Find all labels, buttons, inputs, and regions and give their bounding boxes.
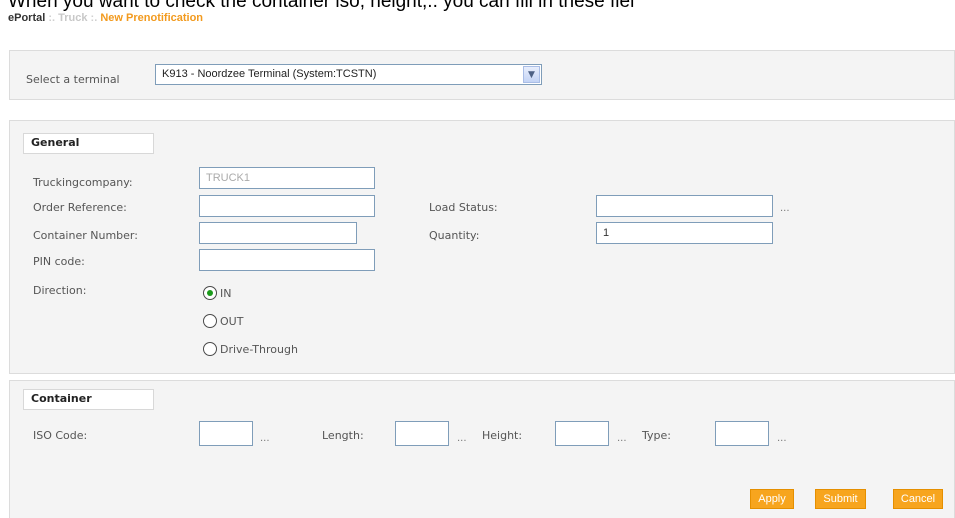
pin-code-input[interactable] xyxy=(199,249,375,271)
iso-code-label: ISO Code: xyxy=(33,429,88,442)
type-lookup-button[interactable]: ... xyxy=(777,433,787,444)
direction-option-label: OUT xyxy=(220,314,244,328)
general-section-header: General xyxy=(23,133,154,154)
quantity-input[interactable]: 1 xyxy=(596,222,773,244)
truckingcompany-input[interactable]: TRUCK1 xyxy=(199,167,375,189)
height-input[interactable] xyxy=(555,421,609,446)
submit-button[interactable]: Submit xyxy=(815,489,866,509)
direction-option-out[interactable]: OUT xyxy=(203,314,243,328)
terminal-label: Select a terminal xyxy=(26,73,120,86)
terminal-select-value: K913 - Noordzee Terminal (System:TCSTN) xyxy=(162,68,377,80)
breadcrumb-eportal[interactable]: ePortal xyxy=(8,12,45,24)
length-lookup-button[interactable]: ... xyxy=(457,433,467,444)
iso-code-lookup-button[interactable]: ... xyxy=(260,433,270,444)
container-section-header: Container xyxy=(23,389,154,410)
direction-option-in[interactable]: IN xyxy=(203,286,231,300)
direction-label: Direction: xyxy=(33,284,87,297)
type-label: Type: xyxy=(642,429,671,442)
terminal-select[interactable]: K913 - Noordzee Terminal (System:TCSTN) … xyxy=(155,64,542,85)
order-reference-input[interactable] xyxy=(199,195,375,217)
breadcrumb-separator: :. xyxy=(45,12,59,24)
radio-selected-icon[interactable] xyxy=(203,286,217,300)
truckingcompany-label: Truckingcompany: xyxy=(33,176,133,189)
load-status-lookup-button[interactable]: ... xyxy=(780,203,790,214)
terminal-panel: Select a terminal K913 - Noordzee Termin… xyxy=(9,50,955,100)
radio-unselected-icon[interactable] xyxy=(203,314,217,328)
length-label: Length: xyxy=(322,429,364,442)
container-number-input[interactable] xyxy=(199,222,357,244)
general-panel: General Truckingcompany: TRUCK1 Order Re… xyxy=(9,120,955,374)
cancel-button[interactable]: Cancel xyxy=(893,489,943,509)
quantity-label: Quantity: xyxy=(429,229,480,242)
container-panel: Container ISO Code: ... Length: ... Heig… xyxy=(9,380,955,518)
height-label: Height: xyxy=(482,429,523,442)
apply-button[interactable]: Apply xyxy=(750,489,794,509)
breadcrumb: ePortal :. Truck :. New Prenotification xyxy=(8,12,203,24)
pin-code-label: PIN code: xyxy=(33,255,85,268)
type-input[interactable] xyxy=(715,421,769,446)
container-number-label: Container Number: xyxy=(33,229,138,242)
load-status-input[interactable] xyxy=(596,195,773,217)
direction-option-label: Drive-Through xyxy=(220,342,298,356)
height-lookup-button[interactable]: ... xyxy=(617,433,627,444)
direction-option-drive-through[interactable]: Drive-Through xyxy=(203,342,298,356)
chevron-down-icon[interactable]: ▼ xyxy=(523,66,540,83)
breadcrumb-current-page: New Prenotification xyxy=(100,12,204,24)
iso-code-input[interactable] xyxy=(199,421,253,446)
load-status-label: Load Status: xyxy=(429,201,498,214)
radio-unselected-icon[interactable] xyxy=(203,342,217,356)
breadcrumb-separator: :. xyxy=(87,12,101,24)
direction-option-label: IN xyxy=(220,286,232,300)
order-reference-label: Order Reference: xyxy=(33,201,127,214)
breadcrumb-truck[interactable]: Truck xyxy=(58,12,87,24)
length-input[interactable] xyxy=(395,421,449,446)
